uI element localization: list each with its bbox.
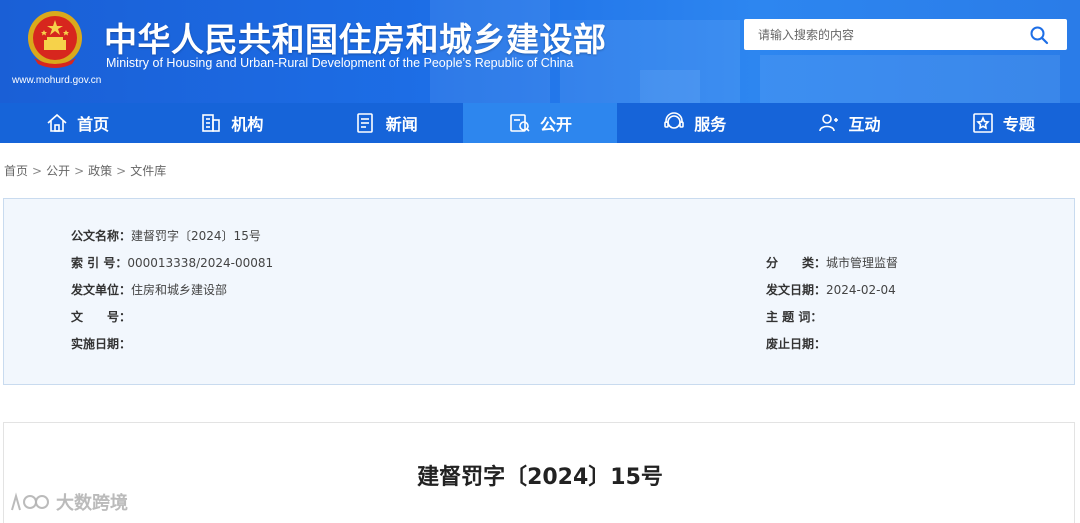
- index-value: 000013338/2024-00081: [127, 256, 274, 270]
- star-icon: [973, 113, 993, 133]
- breadcrumb-separator: >: [116, 164, 127, 178]
- nav-item-news[interactable]: 新闻: [309, 103, 463, 143]
- user-icon: [818, 114, 838, 132]
- breadcrumb-public[interactable]: 公开: [46, 164, 70, 178]
- date-value: 2024-02-04: [826, 283, 896, 297]
- keywords-label: 主 题 词：: [766, 310, 823, 324]
- watermark-logo-icon: [11, 492, 49, 511]
- nav-item-service[interactable]: 服务: [617, 103, 771, 143]
- building-icon: [202, 114, 221, 132]
- watermark: 大数跨境: [8, 489, 128, 515]
- site-title: 中华人民共和国住房和城乡建设部: [104, 20, 607, 59]
- issuer-label: 发文单位：: [71, 283, 132, 297]
- nav-item-label: 互动: [848, 115, 881, 134]
- nav-item-label: 服务: [694, 115, 727, 134]
- site-header: 中华人民共和国住房和城乡建设部 Ministry of Housing and …: [0, 0, 1080, 103]
- search-icon[interactable]: [1029, 25, 1049, 45]
- folder-icon: [510, 114, 530, 132]
- doc-name-row: 公文名称：建督罚字〔2024〕15号: [71, 227, 261, 244]
- category-row: 分 类：城市管理监督: [766, 254, 898, 271]
- document-title: 建督罚字〔2024〕15号: [417, 465, 663, 490]
- breadcrumb-separator: >: [74, 164, 85, 178]
- index-row: 索 引 号：000013338/2024-00081: [71, 254, 273, 271]
- news-icon: [356, 113, 373, 133]
- issuer-row: 发文单位：住房和城乡建设部: [71, 281, 227, 298]
- national-emblem-icon: [28, 11, 82, 68]
- document-info-panel: 公文名称：建督罚字〔2024〕15号 索 引 号：000013338/2024-…: [3, 198, 1075, 385]
- search-box: [744, 19, 1067, 50]
- nav-item-public[interactable]: 公开: [462, 103, 618, 143]
- breadcrumb-library[interactable]: 文件库: [130, 164, 166, 178]
- date-row: 发文日期：2024-02-04: [766, 281, 896, 298]
- nav-item-label: 公开: [539, 115, 572, 134]
- nav-item-topic[interactable]: 专题: [926, 103, 1080, 143]
- nav-item-label: 专题: [1002, 115, 1035, 134]
- nav-item-org[interactable]: 机构: [154, 103, 308, 143]
- site-subtitle: Ministry of Housing and Urban-Rural Deve…: [106, 56, 574, 70]
- nav-item-home[interactable]: 首页: [0, 103, 154, 143]
- breadcrumb-home[interactable]: 首页: [4, 164, 28, 178]
- effective-row: 实施日期：: [71, 335, 131, 352]
- breadcrumb: 首页 > 公开 > 政策 > 文件库: [4, 162, 166, 179]
- date-label: 发文日期：: [766, 283, 827, 297]
- effective-label: 实施日期：: [71, 337, 132, 351]
- breadcrumb-policy[interactable]: 政策: [88, 164, 112, 178]
- nav-item-label: 首页: [77, 115, 110, 134]
- watermark-text: 大数跨境: [56, 493, 128, 514]
- nav-item-interact[interactable]: 互动: [771, 103, 925, 143]
- doc-name-label: 公文名称：: [71, 229, 132, 243]
- site-url: www.mohurd.gov.cn: [12, 75, 102, 86]
- expire-label: 废止日期：: [766, 337, 827, 351]
- search-input[interactable]: [758, 20, 1028, 49]
- keywords-row: 主 题 词：: [766, 308, 822, 325]
- service-icon: [664, 112, 685, 129]
- index-label: 索 引 号：: [71, 256, 128, 270]
- home-icon: [47, 113, 67, 132]
- expire-row: 废止日期：: [766, 335, 826, 352]
- breadcrumb-separator: >: [32, 164, 43, 178]
- doc-name-value: 建督罚字〔2024〕15号: [131, 229, 261, 243]
- issuer-value: 住房和城乡建设部: [131, 283, 228, 297]
- category-value: 城市管理监督: [826, 256, 899, 270]
- docno-label: 文 号：: [71, 310, 132, 324]
- docno-row: 文 号：: [71, 308, 131, 325]
- nav-item-label: 新闻: [385, 115, 418, 134]
- nav-item-label: 机构: [231, 115, 264, 134]
- main-nav: 首页 机构 新闻 公开 服务 互动 专题: [0, 103, 1080, 143]
- category-label: 分 类：: [766, 256, 827, 270]
